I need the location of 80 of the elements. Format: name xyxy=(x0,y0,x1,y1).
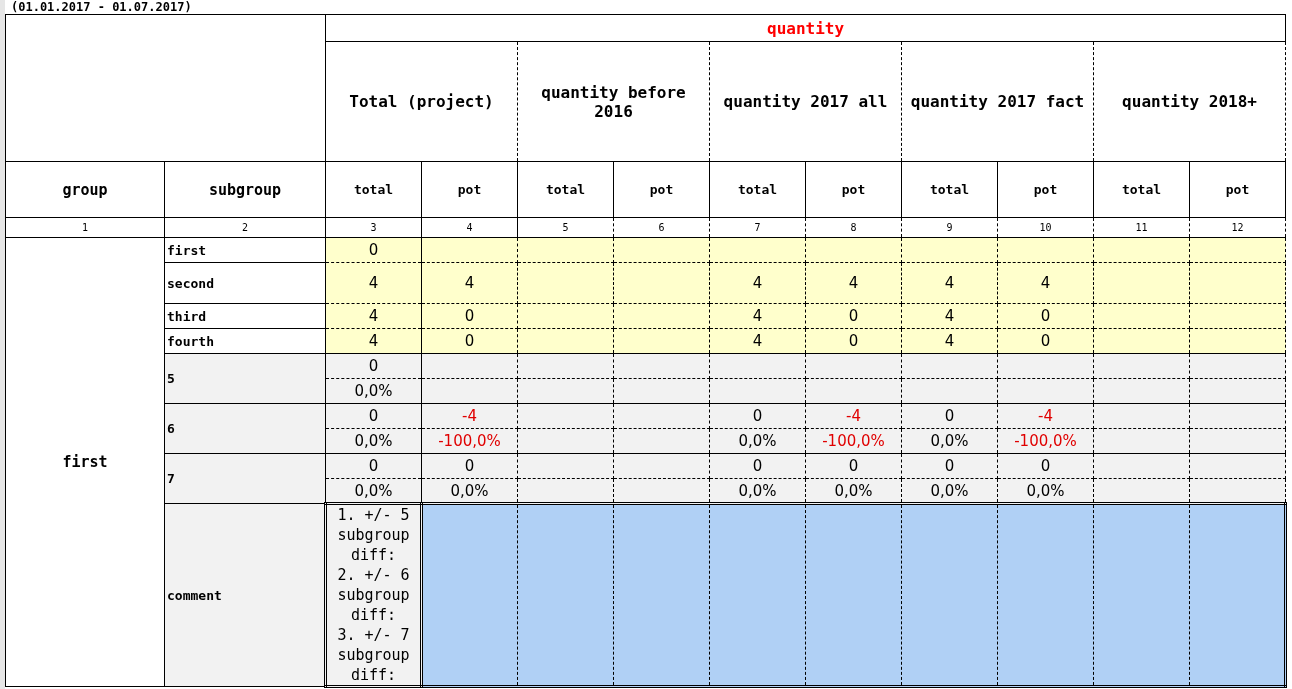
table-cell: 0 xyxy=(325,353,422,379)
column-header: total xyxy=(517,161,614,218)
table-cell: 0,0% xyxy=(325,428,422,454)
table-cell: 0 xyxy=(325,453,422,479)
table-cell: 0 xyxy=(805,303,902,329)
column-header: pot xyxy=(997,161,1094,218)
row-header: third xyxy=(164,303,326,329)
column-header: pot xyxy=(1189,161,1286,218)
column-number: 1 xyxy=(5,217,165,238)
table-cell: 4 xyxy=(901,328,998,354)
table-cell: 4 xyxy=(709,262,806,304)
table-cell: 0 xyxy=(421,453,518,479)
row-header: 6 xyxy=(164,403,326,454)
table-cell: 4 xyxy=(709,303,806,329)
row-header: fourth xyxy=(164,328,326,354)
column-header: total xyxy=(901,161,998,218)
table-cell: 0,0% xyxy=(901,428,998,454)
column-header: group xyxy=(5,161,165,218)
row-header: second xyxy=(164,262,326,304)
table-cell: -4 xyxy=(421,403,518,429)
table-cell: -100,0% xyxy=(421,428,518,454)
table-cell: 4 xyxy=(901,303,998,329)
table-cell: 0,0% xyxy=(709,428,806,454)
column-number: 6 xyxy=(613,217,710,238)
table-cell: 0 xyxy=(709,453,806,479)
row-header: 5 xyxy=(164,353,326,404)
column-header: quantity 2017 fact xyxy=(901,41,1094,162)
row-header: comment xyxy=(164,503,326,687)
column-header: total xyxy=(325,161,422,218)
row-header: first xyxy=(5,237,165,687)
column-number: 11 xyxy=(1093,217,1190,238)
table-cell: -100,0% xyxy=(997,428,1094,454)
column-number: 8 xyxy=(805,217,902,238)
column-number: 9 xyxy=(901,217,998,238)
table-cell: 0 xyxy=(805,328,902,354)
table-cell: 0,0% xyxy=(325,378,422,404)
column-header: total xyxy=(709,161,806,218)
column-number: 12 xyxy=(1189,217,1286,238)
column-header: quantity xyxy=(325,14,1286,42)
table-cell: 0 xyxy=(997,328,1094,354)
table-cell: 4 xyxy=(709,328,806,354)
table-cell: 0 xyxy=(901,403,998,429)
table-cell: 4 xyxy=(421,262,518,304)
table-cell: 0 xyxy=(421,303,518,329)
row-header: 7 xyxy=(164,453,326,504)
column-header: Total (project) xyxy=(325,41,518,162)
column-number: 7 xyxy=(709,217,806,238)
table-cell: 0 xyxy=(997,453,1094,479)
column-header: pot xyxy=(421,161,518,218)
column-header: pot xyxy=(613,161,710,218)
column-number: 4 xyxy=(421,217,518,238)
column-header: pot xyxy=(805,161,902,218)
table-cell: -4 xyxy=(805,403,902,429)
table-cell: -100,0% xyxy=(805,428,902,454)
table-cell: 0 xyxy=(421,328,518,354)
column-header: quantity 2018+ xyxy=(1093,41,1286,162)
column-number: 5 xyxy=(517,217,614,238)
table-cell: 0 xyxy=(997,303,1094,329)
column-number: 10 xyxy=(997,217,1094,238)
row-header: first xyxy=(164,237,326,263)
column-header: quantity 2017 all xyxy=(709,41,902,162)
table-cell: 0 xyxy=(325,237,422,263)
table-cell: 4 xyxy=(325,303,422,329)
column-number: 3 xyxy=(325,217,422,238)
table-cell: 4 xyxy=(325,328,422,354)
table-cell: 4 xyxy=(805,262,902,304)
table-cell: 4 xyxy=(325,262,422,304)
table-cell: -4 xyxy=(997,403,1094,429)
column-number: 2 xyxy=(164,217,326,238)
table-cell: 0 xyxy=(709,403,806,429)
table-cell: 0 xyxy=(805,453,902,479)
comment-text: 1. +/- 5 subgroup diff: 2. +/- 6 subgroup diff: 3. +/- 7 subgroup diff: xyxy=(325,503,422,687)
table-cell: 0 xyxy=(325,403,422,429)
period-text: (01.01.2017 - 01.07.2017) xyxy=(10,0,193,14)
column-header: quantity before 2016 xyxy=(517,41,710,162)
table-cell: 4 xyxy=(901,262,998,304)
column-header: subgroup xyxy=(164,161,326,218)
table-cell: 4 xyxy=(997,262,1094,304)
table-cell: 0 xyxy=(901,453,998,479)
column-header: total xyxy=(1093,161,1190,218)
